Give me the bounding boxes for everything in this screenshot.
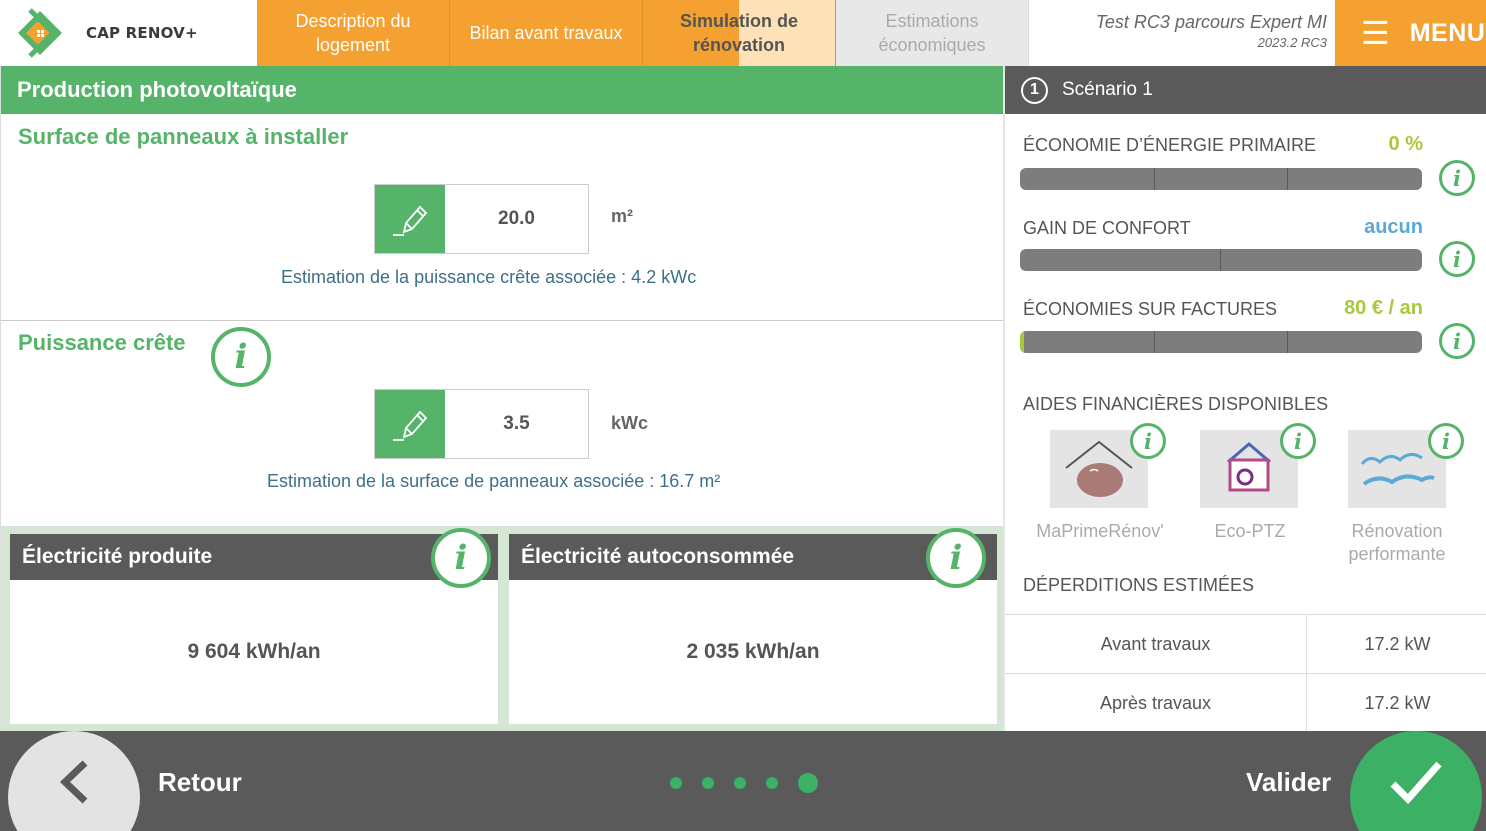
puissance-unit: kWc	[611, 413, 649, 433]
metric-factures-label: ÉCONOMIES SUR FACTURES	[1023, 299, 1278, 319]
tab-bilan-avant-travaux[interactable]: Bilan avant travaux	[450, 0, 643, 66]
tab-simulation-renovation[interactable]: Simulation de rénovation	[643, 0, 836, 66]
logo-text: CAP RENOV+	[86, 24, 198, 42]
gauge-segment	[1154, 331, 1155, 353]
step-dot-current	[798, 773, 818, 793]
surface-input[interactable]: 20.0	[374, 184, 589, 254]
surface-title: Surface de panneaux à installer	[18, 124, 349, 149]
scenario-number-badge: 1	[1021, 76, 1048, 104]
project-info: Test RC3 parcours Expert MI 2023.2 RC3	[1029, 0, 1335, 66]
autoconsommee-info-icon[interactable]: i	[926, 528, 986, 588]
puissance-estimate: Estimation de la surface de panneaux ass…	[267, 471, 721, 491]
surface-estimate: Estimation de la puissance crête associé…	[281, 267, 697, 287]
gauge-segment	[1220, 249, 1221, 271]
metric-confort-gauge	[1020, 249, 1422, 271]
scenario-label: Scénario 1	[1062, 79, 1153, 100]
step-dot	[670, 777, 682, 789]
project-version: 2023.2 RC3	[1257, 35, 1327, 50]
deperditions-apres-value: 17.2 kW	[1364, 692, 1431, 713]
project-name: Test RC3 parcours Expert MI	[1095, 12, 1327, 32]
pencil-icon[interactable]	[375, 185, 445, 253]
puissance-title: Puissance crête	[18, 330, 186, 355]
deperditions-avant-value: 17.2 kW	[1364, 633, 1431, 654]
hamburger-icon: ☰	[1361, 15, 1390, 51]
metric-energie-info-icon[interactable]: i	[1439, 160, 1475, 196]
step-indicator	[670, 773, 838, 793]
metric-energie-value: 0 %	[1388, 133, 1423, 155]
metric-energie-label: ÉCONOMIE D’ÉNERGIE PRIMAIRE	[1023, 135, 1317, 155]
aide-maprimerenov-info-icon[interactable]: i	[1130, 423, 1166, 459]
scenario-header[interactable]: 1 Scénario 1	[1005, 66, 1486, 114]
aide-renovation-performante-info-icon[interactable]: i	[1428, 423, 1464, 459]
section-title: Production photovoltaïque	[1, 66, 1003, 114]
card-autoconsommee-value: 2 035 kWh/an	[686, 640, 820, 663]
metric-energie-gauge	[1020, 168, 1422, 190]
card-produite-value: 9 604 kWh/an	[187, 640, 321, 663]
table-row: Après travaux 17.2 kW	[1005, 674, 1486, 733]
aides-title: AIDES FINANCIÈRES DISPONIBLES	[1023, 394, 1329, 414]
metric-factures-gauge	[1020, 331, 1422, 353]
scenario-panel: 1 Scénario 1 ÉCONOMIE D’ÉNERGIE PRIMAIRE…	[1003, 66, 1486, 733]
aide-renovation-performante-label: Rénovation performante	[1348, 521, 1446, 564]
produite-info-icon[interactable]: i	[431, 528, 491, 588]
gauge-segment	[1287, 331, 1288, 353]
top-header: CAP RENOV+ Description du logement Bilan…	[0, 0, 1486, 66]
gauge-segment	[1287, 168, 1288, 190]
aide-maprimerenov-label: MaPrimeRénov'	[1036, 521, 1164, 541]
back-label[interactable]: Retour	[158, 767, 242, 798]
metric-factures-info-icon[interactable]: i	[1439, 323, 1475, 359]
validate-button[interactable]	[1350, 731, 1482, 831]
table-row: Avant travaux 17.2 kW	[1005, 615, 1486, 674]
step-tabs: Description du logement Bilan avant trav…	[257, 0, 1029, 66]
house-logo-icon	[18, 8, 62, 58]
metric-confort-label: GAIN DE CONFORT	[1023, 218, 1191, 238]
tab-description-logement[interactable]: Description du logement	[257, 0, 450, 66]
production-panel: Production photovoltaïque Surface de pan…	[0, 66, 1003, 731]
card-electricite-produite: Électricité produite 9 604 kWh/an	[10, 534, 498, 724]
back-button[interactable]	[8, 731, 140, 831]
deperditions-avant-label: Avant travaux	[1005, 615, 1307, 673]
tab-estimations-economiques[interactable]: Estimations économiques	[836, 0, 1029, 66]
deperditions-apres-label: Après travaux	[1005, 674, 1307, 732]
deperditions-title: DÉPERDITIONS ESTIMÉES	[1023, 575, 1255, 595]
step-dot	[702, 777, 714, 789]
metric-confort-value: aucun	[1364, 216, 1423, 238]
puissance-input[interactable]: 3.5	[374, 389, 589, 459]
metric-factures-gauge-fill	[1020, 331, 1025, 353]
surface-unit: m²	[611, 206, 633, 226]
results-area: Électricité produite 9 604 kWh/an i Élec…	[1, 526, 1003, 731]
menu-label: MENU	[1409, 18, 1486, 47]
card-autoconsommee-title: Électricité autoconsommée	[509, 534, 997, 580]
aide-eco-ptz-label: Eco-PTZ	[1214, 521, 1286, 541]
app-logo[interactable]: CAP RENOV+	[0, 0, 257, 66]
validate-label[interactable]: Valider	[1246, 767, 1331, 798]
aide-eco-ptz-info-icon[interactable]: i	[1280, 423, 1316, 459]
checkmark-icon	[1390, 761, 1442, 805]
puissance-value: 3.5	[503, 413, 530, 434]
chevron-left-icon	[59, 760, 88, 804]
menu-button[interactable]: ☰ MENU	[1335, 0, 1486, 66]
bottom-navigation: Retour Valider	[0, 731, 1486, 831]
gauge-segment	[1154, 168, 1155, 190]
step-dot	[766, 777, 778, 789]
metric-confort-info-icon[interactable]: i	[1439, 241, 1475, 277]
card-electricite-autoconsommee: Électricité autoconsommée 2 035 kWh/an	[509, 534, 997, 724]
section-divider	[1, 320, 1003, 321]
surface-value: 20.0	[498, 208, 535, 229]
metric-factures-value: 80 € / an	[1344, 297, 1423, 319]
deperditions-table: Avant travaux 17.2 kW Après travaux 17.2…	[1005, 614, 1486, 733]
step-dot	[734, 777, 746, 789]
pencil-icon[interactable]	[375, 390, 445, 458]
card-produite-title: Électricité produite	[10, 534, 498, 580]
puissance-info-icon[interactable]: i	[211, 327, 271, 387]
